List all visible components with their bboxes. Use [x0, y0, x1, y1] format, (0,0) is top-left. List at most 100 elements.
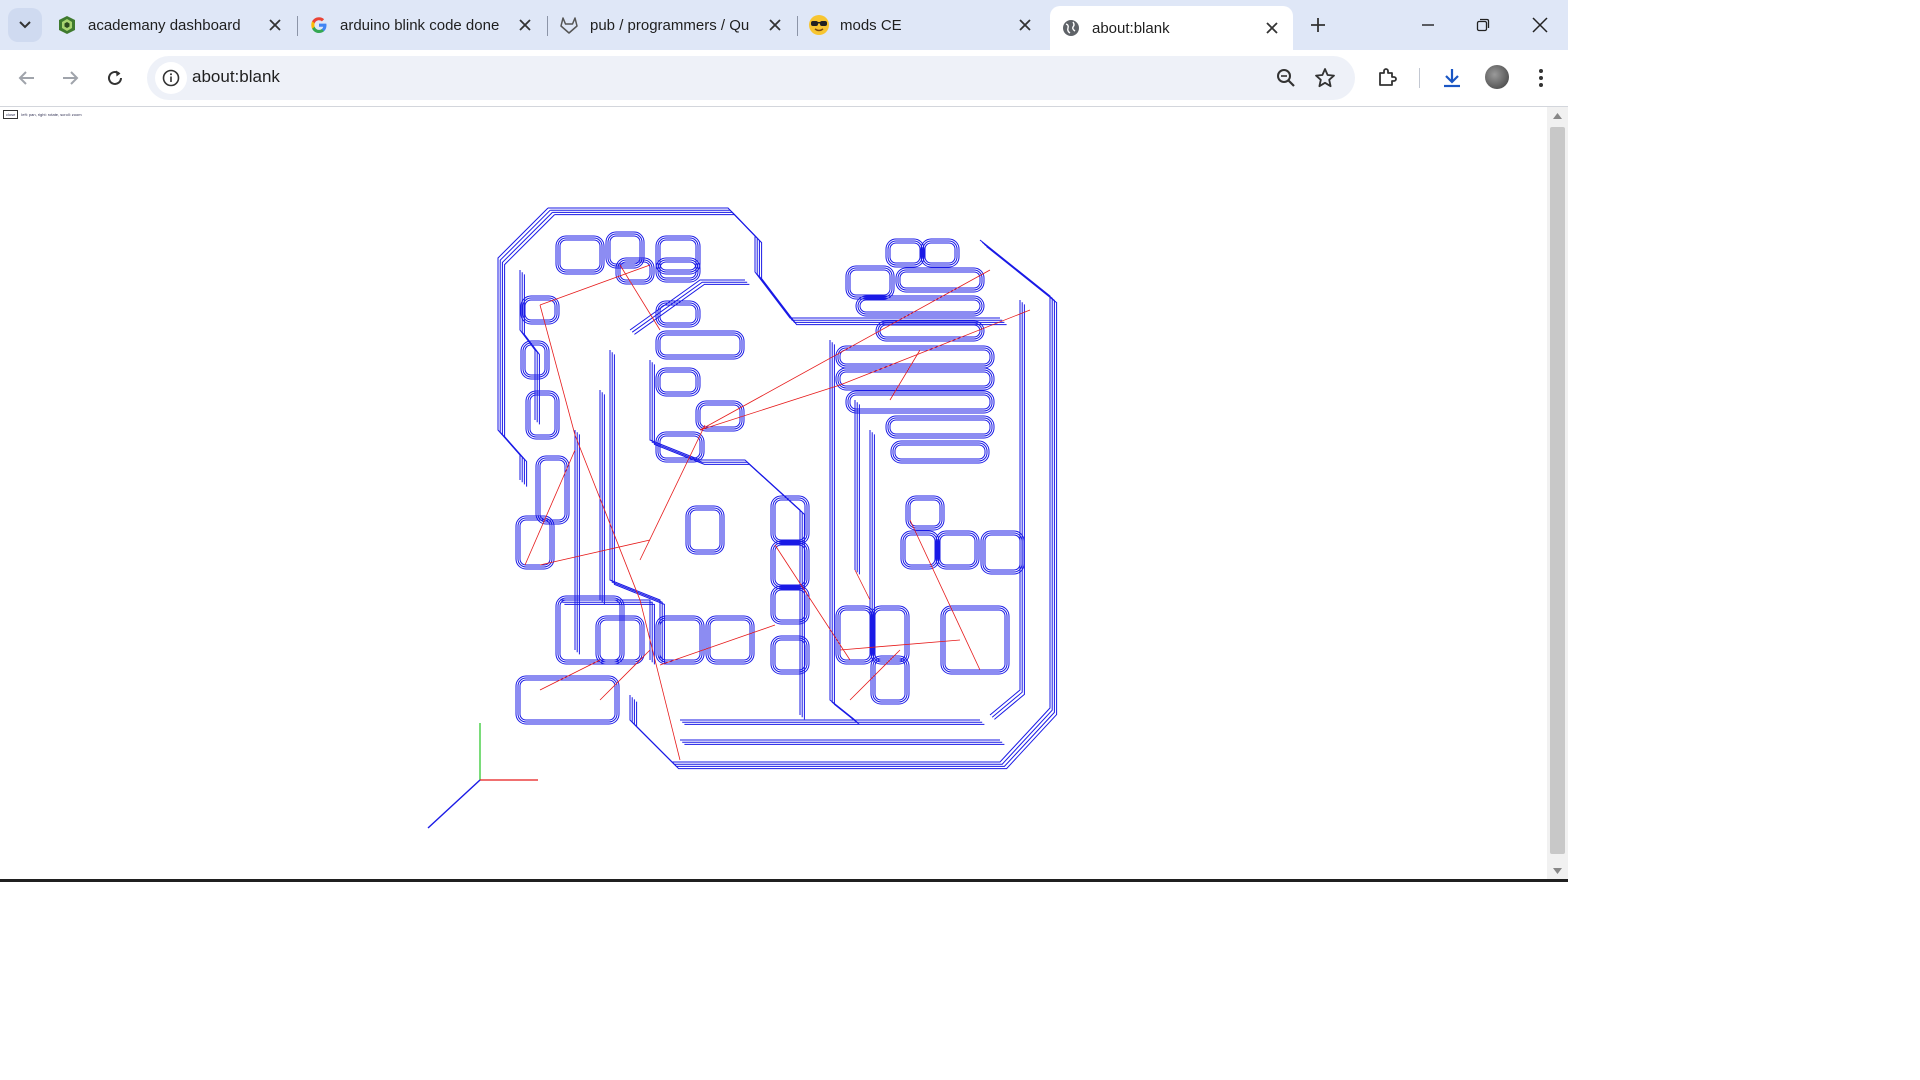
pad-outline [872, 607, 908, 663]
pad-outline [619, 261, 651, 281]
pad-outline [874, 609, 906, 661]
close-tab-icon[interactable] [1261, 17, 1283, 39]
pad-outline [889, 419, 991, 435]
pad-outline [837, 369, 993, 389]
toolpath-traces [497, 207, 1058, 770]
pad-outline [939, 534, 976, 566]
browser-toolbar: about:blank [0, 50, 1568, 107]
pad-outline [944, 609, 1006, 671]
pad-outline [709, 619, 751, 661]
pad-outline [519, 679, 616, 721]
inner-trace-col2 [831, 342, 858, 723]
zoom-button[interactable] [1274, 66, 1298, 90]
bookmark-button[interactable] [1313, 66, 1337, 90]
close-tab-icon[interactable] [764, 14, 786, 36]
minimize-icon [1422, 24, 1434, 26]
tab-pub-programmers[interactable]: pub / programmers / Qu [548, 6, 796, 44]
pad-outline [657, 332, 743, 358]
pad-outline [835, 345, 995, 369]
pad-outline [557, 597, 623, 663]
pad-outline [687, 507, 723, 553]
rapid-move-line [659, 624, 776, 666]
pad-outline [837, 607, 873, 663]
tab-about-blank[interactable]: about:blank [1050, 6, 1293, 50]
pad-outline [982, 532, 1023, 573]
toolpath-viewer[interactable] [0, 107, 1547, 882]
reload-icon [108, 70, 122, 85]
pad-outline [535, 455, 570, 525]
tab-title: mods CE [840, 16, 902, 34]
pad-outline [887, 240, 923, 266]
rapid-move-line [639, 424, 706, 561]
scrollbar-thumb[interactable] [1550, 127, 1565, 854]
extensions-button[interactable] [1373, 64, 1401, 92]
pad-outline [940, 605, 1010, 675]
inner-trace-col2 [833, 344, 860, 725]
site-info-button[interactable] [155, 62, 187, 94]
pad-outline [527, 392, 558, 438]
pad-outline [924, 242, 956, 264]
pad-outline [904, 534, 936, 566]
vertical-scrollbar[interactable] [1547, 107, 1568, 882]
pad-outline [707, 617, 753, 663]
close-window-button[interactable] [1515, 8, 1565, 42]
puzzle-icon [1379, 68, 1397, 86]
pad-outline [887, 417, 993, 437]
pad-outline [655, 235, 701, 275]
tab-mods-ce[interactable]: mods CE [798, 6, 1046, 44]
pad-outline [659, 371, 697, 393]
forward-button[interactable] [55, 63, 85, 93]
pad-outline [849, 394, 991, 410]
page-content: close left: pan, right: rotate, scroll: … [0, 107, 1547, 882]
pad-outline [659, 304, 697, 324]
rapid-move-line [854, 569, 871, 601]
inner-trace-low [564, 603, 655, 665]
tab-academany-dashboard[interactable]: academany dashboard [46, 6, 296, 44]
rapid-move-line [539, 264, 651, 306]
profile-avatar[interactable] [1485, 65, 1509, 89]
zoom-icon [1277, 69, 1295, 87]
pad-outline [894, 444, 986, 460]
scroll-down-arrow-icon[interactable] [1552, 866, 1563, 876]
reload-button[interactable] [100, 63, 130, 93]
pad-outline [657, 369, 699, 395]
pad-outline [839, 349, 991, 365]
address-bar[interactable]: about:blank [147, 56, 1355, 100]
close-tab-icon[interactable] [514, 14, 536, 36]
pad-outline [685, 505, 725, 555]
close-tab-icon[interactable] [1014, 14, 1036, 36]
pad-outline [907, 497, 943, 529]
inner-trace-low [562, 601, 653, 663]
rapid-move-line [539, 539, 651, 566]
pad-outline [659, 619, 701, 661]
pad-outline [849, 269, 891, 296]
pad-outline [657, 237, 699, 273]
back-button[interactable] [12, 63, 42, 93]
pad-outline [937, 532, 978, 568]
pad-outline [885, 415, 995, 439]
z-axis-line [427, 779, 481, 829]
pad-outline [879, 324, 981, 338]
scroll-up-arrow-icon[interactable] [1552, 111, 1563, 121]
pad-outline [897, 269, 983, 291]
restore-button[interactable] [1458, 8, 1508, 42]
tab-search-button[interactable] [8, 8, 42, 42]
pad-outline [555, 235, 605, 275]
minimize-button[interactable] [1403, 8, 1453, 42]
inner-trace-low [560, 599, 651, 660]
new-tab-button[interactable] [1305, 12, 1331, 38]
tab-arduino-blink[interactable]: arduino blink code done [298, 6, 546, 44]
pad-outline [837, 347, 993, 367]
pad-outline [889, 242, 921, 264]
pad-outline [899, 271, 981, 289]
pad-outline [984, 534, 1021, 571]
pad-outline [659, 334, 741, 356]
downloads-button[interactable] [1438, 64, 1466, 92]
pad-outline [835, 605, 875, 665]
pad-outline [659, 239, 697, 271]
toolbar-divider [1419, 68, 1420, 88]
menu-button[interactable] [1527, 64, 1555, 92]
info-icon [162, 69, 180, 87]
sunglasses-emoji-icon [808, 14, 830, 36]
close-tab-icon[interactable] [264, 14, 286, 36]
